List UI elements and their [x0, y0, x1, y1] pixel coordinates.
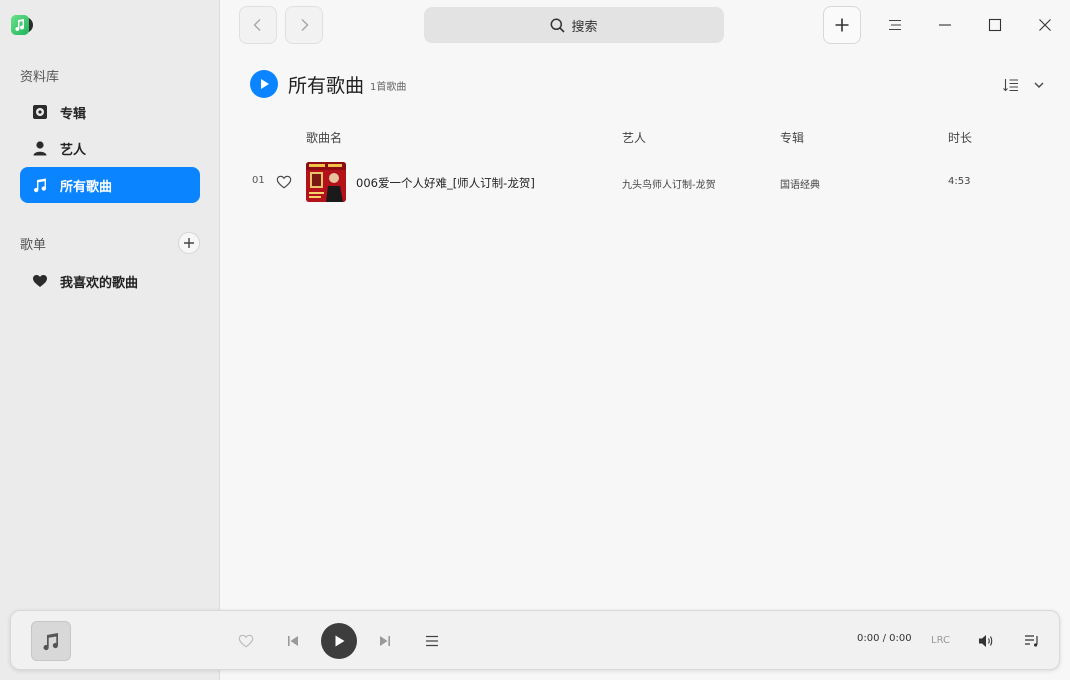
play-all-button[interactable] [250, 70, 278, 98]
app-logo-icon [10, 14, 34, 36]
minimize-icon [939, 24, 951, 26]
page-title: 所有歌曲 [288, 75, 365, 97]
song-count: 1首歌曲 [370, 82, 407, 93]
player-bar: 0:00 / 0:00 LRC [10, 610, 1060, 670]
album-cover [306, 162, 346, 202]
skip-back-icon [288, 636, 298, 646]
column-header-artist[interactable]: 艺人 [622, 129, 646, 146]
maximize-icon [988, 18, 1002, 32]
playlist-panel-button[interactable] [1023, 632, 1041, 650]
sidebar-item-label: 艺人 [60, 142, 87, 158]
search-icon [551, 18, 566, 33]
like-button[interactable] [276, 174, 292, 190]
table-row[interactable]: 01 006爱一个人好难_[师人订制-龙贺] 九头鸟师人订制-龙贺 国语经典 4… [240, 160, 1050, 204]
track-duration: 4:53 [948, 176, 971, 187]
playlists-section-title: 歌单 [20, 238, 47, 253]
queue-button[interactable] [423, 632, 441, 650]
chevron-right-icon [301, 18, 309, 32]
sidebar-item-artists[interactable]: 艺人 [20, 130, 200, 166]
next-track-button[interactable] [377, 632, 393, 650]
sort-icon [1003, 79, 1018, 92]
column-header-name[interactable]: 歌曲名 [306, 129, 342, 146]
column-header-album[interactable]: 专辑 [780, 129, 804, 146]
track-index: 01 [252, 175, 265, 186]
skip-forward-icon [380, 636, 390, 646]
music-note-icon [43, 633, 59, 651]
previous-track-button[interactable] [285, 632, 301, 650]
close-button[interactable] [1032, 12, 1058, 38]
play-button[interactable] [321, 623, 357, 659]
play-icon [335, 635, 345, 647]
search-input[interactable]: 搜索 [424, 7, 724, 43]
sidebar-item-all-songs[interactable]: 所有歌曲 [20, 167, 200, 203]
chevron-down-icon [1034, 82, 1044, 88]
sidebar-item-label: 所有歌曲 [60, 179, 113, 195]
lyrics-button[interactable]: LRC [931, 635, 950, 646]
sort-button[interactable] [1003, 74, 1045, 96]
back-button[interactable] [239, 6, 277, 44]
volume-icon [979, 635, 993, 647]
music-note-icon [32, 177, 48, 193]
track-album[interactable]: 国语经典 [780, 176, 820, 191]
like-button[interactable] [237, 632, 255, 650]
column-header-duration[interactable]: 时长 [948, 129, 972, 146]
library-section-title: 资料库 [20, 70, 60, 85]
add-playlist-button[interactable] [178, 232, 200, 254]
heart-icon [32, 273, 48, 289]
close-icon [1039, 19, 1051, 31]
track-artist[interactable]: 九头鸟师人订制-龙贺 [622, 176, 716, 191]
now-playing-cover[interactable] [31, 621, 71, 661]
track-name: 006爱一个人好难_[师人订制-龙贺] [356, 176, 535, 190]
maximize-button[interactable] [982, 12, 1008, 38]
volume-button[interactable] [977, 632, 995, 650]
sidebar-item-label: 专辑 [60, 106, 87, 122]
menu-button[interactable] [882, 12, 908, 38]
chevron-left-icon [253, 18, 261, 32]
artist-icon [32, 140, 48, 156]
list-icon [426, 635, 438, 647]
forward-button[interactable] [285, 6, 323, 44]
album-icon [32, 104, 48, 120]
sidebar-item-albums[interactable]: 专辑 [20, 94, 200, 130]
sidebar-item-label: 我喜欢的歌曲 [60, 275, 139, 291]
sidebar: 资料库 专辑 艺人 所有歌曲 歌单 我喜欢的歌曲 [0, 0, 220, 680]
minimize-button[interactable] [932, 12, 958, 38]
heart-outline-icon [238, 634, 254, 648]
playlist-icon [1025, 635, 1038, 647]
play-icon [261, 79, 269, 89]
sidebar-item-favorites[interactable]: 我喜欢的歌曲 [20, 263, 200, 299]
search-placeholder: 搜索 [571, 19, 598, 35]
add-button[interactable] [823, 6, 861, 44]
menu-icon [889, 19, 901, 31]
plus-icon [184, 238, 194, 248]
playback-time: 0:00 / 0:00 [857, 633, 912, 644]
plus-icon [835, 18, 849, 32]
heart-outline-icon [276, 175, 292, 189]
